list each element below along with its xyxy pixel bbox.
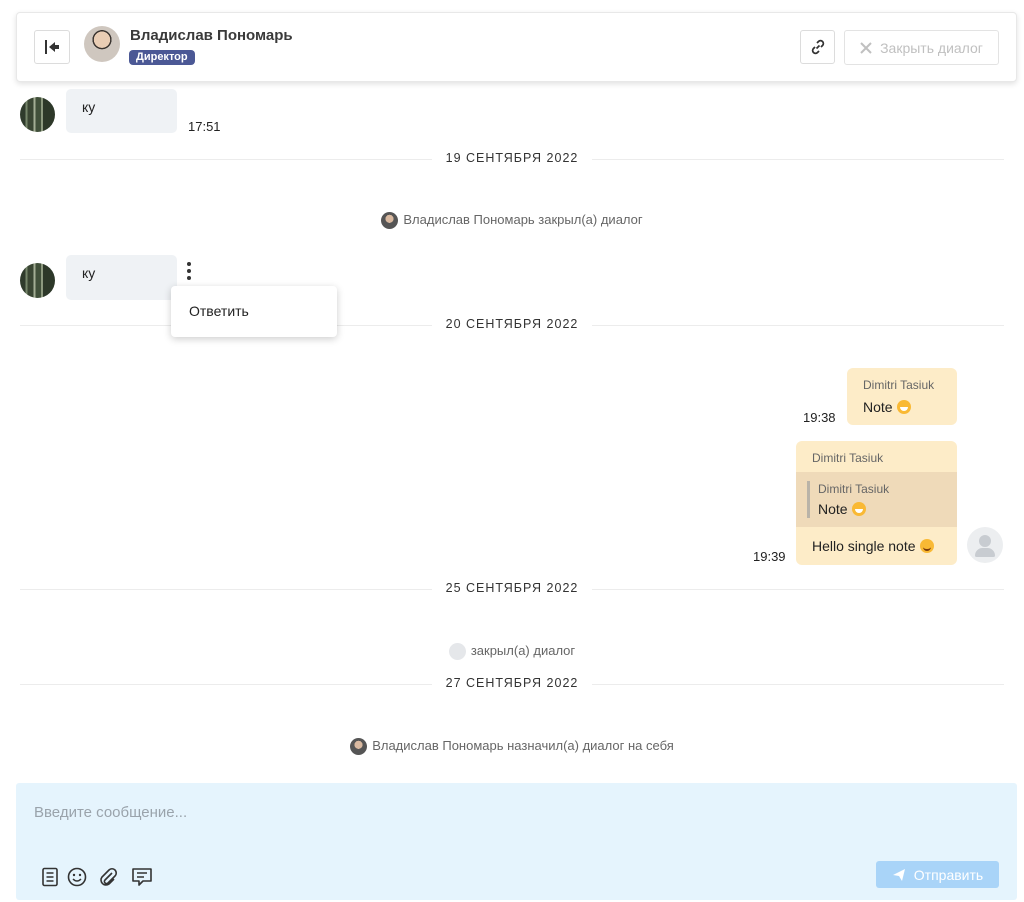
role-badge: Директор <box>129 50 195 65</box>
avatar <box>20 97 55 132</box>
template-icon[interactable] <box>39 866 61 888</box>
avatar <box>20 263 55 298</box>
message-time: 19:38 <box>803 410 836 425</box>
grinning-face-icon <box>851 502 866 516</box>
send-button[interactable]: Отправить <box>876 861 999 888</box>
date-text: 20 СЕНТЯБРЯ 2022 <box>431 317 593 331</box>
message-time: 19:39 <box>753 549 786 564</box>
note-author: Dimitri Tasiuk <box>812 451 884 465</box>
context-menu: Ответить <box>171 286 337 337</box>
back-button[interactable] <box>34 30 70 64</box>
date-divider: 25 СЕНТЯБРЯ 2022 <box>0 581 1024 595</box>
date-divider: 27 СЕНТЯБРЯ 2022 <box>0 676 1024 690</box>
quote-author: Dimitri Tasiuk <box>818 482 890 496</box>
avatar <box>350 738 368 756</box>
message-input[interactable] <box>34 797 994 827</box>
message-text: ку <box>82 99 96 115</box>
date-divider: 20 СЕНТЯБРЯ 2022 <box>0 317 1024 331</box>
smiling-face-icon <box>919 539 934 553</box>
close-dialog-button[interactable]: Закрыть диалог <box>844 30 999 65</box>
exit-left-icon <box>45 40 59 54</box>
system-event: закрыл(а) диалог <box>0 643 1024 661</box>
note-author: Dimitri Tasiuk <box>863 378 935 392</box>
avatar <box>448 643 466 661</box>
message-time: 17:51 <box>188 119 221 134</box>
date-text: 25 СЕНТЯБРЯ 2022 <box>431 581 593 595</box>
emoji-icon[interactable] <box>66 866 88 888</box>
send-label: Отправить <box>913 866 984 883</box>
chat-header: Владислав Пономарь Директор Закрыть диал… <box>16 12 1017 82</box>
system-event: Владислав Пономарь закрыл(а) диалог <box>0 212 1024 230</box>
avatar <box>381 212 399 230</box>
message-composer: Отправить <box>16 783 1017 900</box>
note-bubble[interactable]: Dimitri Tasiuk Note <box>847 368 957 425</box>
close-dialog-label: Закрыть диалог <box>880 39 983 56</box>
attach-icon[interactable] <box>97 866 119 888</box>
system-event-text: закрыл(а) диалог <box>470 643 576 658</box>
system-event-text: Владислав Пономарь назначил(а) диалог на… <box>372 738 674 753</box>
send-icon <box>892 868 905 881</box>
menu-item-reply[interactable]: Ответить <box>189 303 249 319</box>
date-text: 27 СЕНТЯБРЯ 2022 <box>431 676 593 690</box>
message-text: ку <box>82 265 96 281</box>
link-icon <box>811 39 824 55</box>
note-text: Note <box>863 399 911 415</box>
note-bubble[interactable]: Dimitri Tasiuk Dimitri Tasiuk Note Hello… <box>796 441 957 565</box>
date-divider: 19 СЕНТЯБРЯ 2022 <box>0 151 1024 165</box>
message-bubble[interactable]: ку <box>66 89 177 133</box>
contact-name: Владислав Пономарь <box>130 27 293 44</box>
note-text: Hello single note <box>812 538 934 554</box>
copy-link-button[interactable] <box>800 30 835 64</box>
grinning-face-icon <box>896 400 911 414</box>
close-x-icon <box>860 41 872 54</box>
more-options-icon[interactable] <box>185 262 193 280</box>
message-bubble[interactable]: ку <box>66 255 177 300</box>
system-event-text: Владислав Пономарь закрыл(а) диалог <box>403 212 643 227</box>
quote-text: Note <box>818 501 866 517</box>
avatar <box>967 527 1003 563</box>
date-text: 19 СЕНТЯБРЯ 2022 <box>431 151 593 165</box>
avatar <box>84 26 120 62</box>
quoted-message[interactable]: Dimitri Tasiuk Note <box>796 472 957 527</box>
system-event: Владислав Пономарь назначил(а) диалог на… <box>0 738 1024 756</box>
note-icon[interactable] <box>131 866 153 888</box>
